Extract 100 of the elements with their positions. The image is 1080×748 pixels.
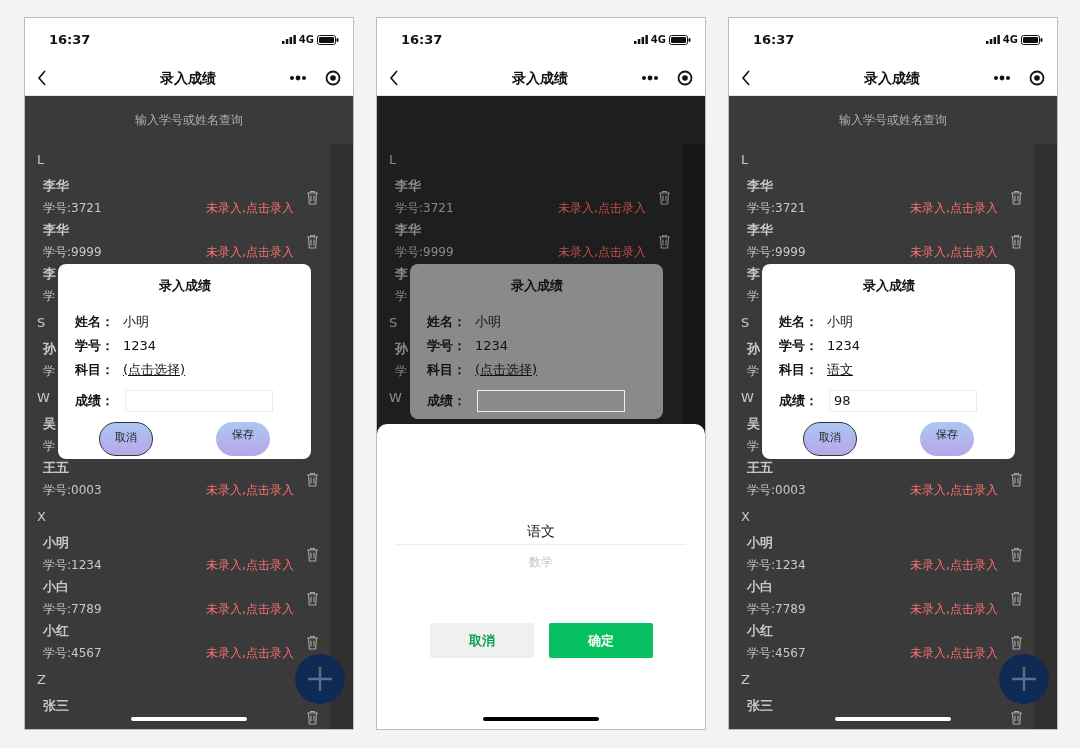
student-id: 学号:7789	[43, 601, 102, 618]
trash-icon[interactable]	[658, 233, 671, 249]
score-status[interactable]: 未录入,点击录入	[558, 199, 646, 217]
target-icon[interactable]	[677, 70, 693, 86]
signal-icon	[281, 35, 296, 44]
student-name: 小白	[43, 578, 69, 596]
back-icon[interactable]	[741, 70, 751, 86]
score-input[interactable]	[477, 389, 625, 412]
signal-icon	[633, 35, 648, 44]
trash-icon[interactable]	[1010, 709, 1023, 725]
student-id: 学号:3721	[747, 200, 806, 217]
score-status[interactable]: 未录入,点击录入	[206, 243, 294, 261]
student-id: 学	[395, 288, 407, 305]
student-name: 孙	[43, 340, 56, 358]
score-status[interactable]: 未录入,点击录入	[910, 243, 998, 261]
search-field[interactable]: 输入学号或姓名查询	[839, 111, 947, 129]
trash-icon[interactable]	[306, 590, 319, 606]
trash-icon[interactable]	[658, 189, 671, 205]
score-status[interactable]: 未录入,点击录入	[910, 199, 998, 217]
field-label: 姓名：	[75, 312, 115, 331]
field-value: 小明	[123, 312, 149, 331]
more-icon[interactable]	[289, 75, 307, 81]
status-time: 16:37	[49, 30, 91, 49]
picker-option[interactable]: 语文	[527, 521, 555, 542]
score-status[interactable]: 未录入,点击录入	[910, 644, 998, 662]
trash-icon[interactable]	[306, 709, 319, 725]
section-letter: S	[37, 313, 46, 332]
student-name: 小明	[747, 534, 773, 552]
network-label: 4G	[650, 33, 666, 47]
trash-icon[interactable]	[306, 233, 319, 249]
trash-icon[interactable]	[1010, 233, 1023, 249]
score-input[interactable]: 98	[829, 389, 977, 412]
dialog-button[interactable]: 保存	[216, 421, 270, 456]
section-letter: X	[37, 507, 46, 526]
section-letter: S	[741, 313, 750, 332]
trash-icon[interactable]	[1010, 471, 1023, 487]
student-id: 学	[747, 363, 759, 380]
more-icon[interactable]	[641, 75, 659, 81]
score-status[interactable]: 未录入,点击录入	[910, 600, 998, 618]
student-id: 学号:9999	[747, 244, 806, 261]
field-value: 1234	[827, 336, 861, 355]
dialog-button[interactable]: 取消	[99, 421, 153, 456]
dialog-title: 录入成绩	[861, 277, 916, 295]
add-button[interactable]	[999, 654, 1049, 704]
score-status[interactable]: 未录入,点击录入	[910, 481, 998, 499]
section-letter: S	[389, 313, 398, 332]
student-id: 学号:9999	[395, 244, 454, 261]
add-button[interactable]	[295, 654, 345, 704]
score-status[interactable]: 未录入,点击录入	[206, 199, 294, 217]
score-status[interactable]: 未录入,点击录入	[206, 556, 294, 574]
student-id: 学号:3721	[395, 200, 454, 217]
trash-icon[interactable]	[1010, 590, 1023, 606]
student-name: 吴	[43, 415, 56, 433]
more-icon[interactable]	[993, 75, 1011, 81]
target-icon[interactable]	[325, 70, 341, 86]
field-label: 科目：	[75, 360, 115, 379]
score-status[interactable]: 未录入,点击录入	[206, 644, 294, 662]
picker-button[interactable]: 取消	[429, 623, 534, 658]
field-label: 姓名：	[779, 312, 819, 331]
trash-icon[interactable]	[1010, 634, 1023, 650]
signal-icon	[985, 35, 1000, 44]
student-id: 学号:7789	[747, 601, 806, 618]
student-id: 学	[747, 438, 759, 455]
field-label: 科目：	[779, 360, 819, 379]
subject-link[interactable]: (点击选择)	[123, 359, 186, 380]
score-status[interactable]: 未录入,点击录入	[206, 481, 294, 499]
battery-icon	[317, 34, 339, 45]
trash-icon[interactable]	[306, 634, 319, 650]
network-label: 4G	[298, 33, 314, 47]
student-id: 学	[43, 438, 55, 455]
student-name: 吴	[747, 415, 760, 433]
score-status[interactable]: 未录入,点击录入	[910, 556, 998, 574]
trash-icon[interactable]	[306, 546, 319, 562]
student-name: 小红	[43, 622, 69, 640]
search-field[interactable]: 输入学号或姓名查询	[135, 111, 243, 129]
student-id: 学号:3721	[43, 200, 102, 217]
section-letter: Z	[37, 670, 46, 689]
dialog-button[interactable]: 取消	[803, 421, 857, 456]
student-name: 王五	[43, 459, 69, 477]
back-icon[interactable]	[37, 70, 47, 86]
score-status[interactable]: 未录入,点击录入	[206, 600, 294, 618]
trash-icon[interactable]	[1010, 189, 1023, 205]
subject-link[interactable]: 语文	[827, 359, 853, 380]
back-icon[interactable]	[389, 70, 399, 86]
student-id: 学号:0003	[747, 482, 806, 499]
field-label: 学号：	[75, 336, 115, 355]
score-status[interactable]: 未录入,点击录入	[558, 243, 646, 261]
student-name: 李华	[43, 177, 69, 195]
trash-icon[interactable]	[306, 471, 319, 487]
trash-icon[interactable]	[306, 189, 319, 205]
field-label: 成绩：	[779, 391, 819, 410]
page-title: 录入成绩	[511, 68, 569, 88]
picker-button[interactable]: 确定	[548, 623, 653, 658]
student-id: 学	[43, 288, 55, 305]
student-id: 学号:4567	[43, 645, 102, 662]
student-name: 李	[43, 265, 56, 283]
trash-icon[interactable]	[1010, 546, 1023, 562]
dialog-button[interactable]: 保存	[920, 421, 974, 456]
target-icon[interactable]	[1029, 70, 1045, 86]
subject-link[interactable]: (点击选择)	[475, 359, 538, 380]
